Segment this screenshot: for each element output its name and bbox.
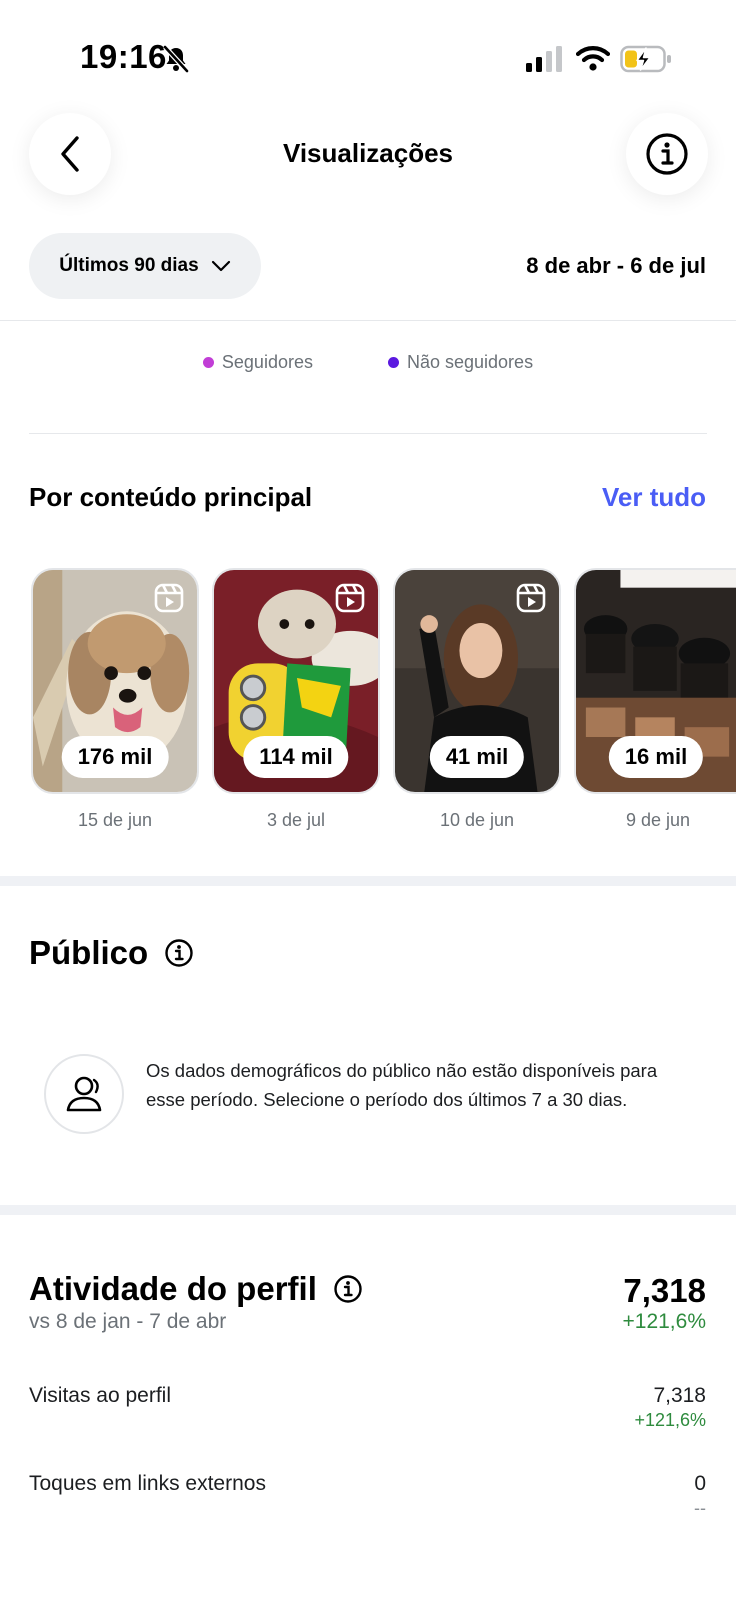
legend-dot-non-followers <box>387 357 399 368</box>
chart-legend: Seguidores Não seguidores <box>0 352 736 373</box>
info-icon <box>646 133 688 175</box>
profile-activity-title: Atividade do perfil <box>29 1270 317 1307</box>
status-bar: 19:16 <box>0 0 736 110</box>
metric-value-profile-visits: 7,318 <box>653 1384 706 1407</box>
content-date: 9 de jun <box>625 810 691 830</box>
info-button[interactable] <box>626 113 708 195</box>
content-thumbnail[interactable]: 16 mil <box>574 568 736 794</box>
reels-icon <box>516 583 546 613</box>
audience-unavailable-message: Os dados demográficos do público não est… <box>146 1060 658 1110</box>
period-dropdown[interactable]: Últimos 90 dias <box>29 233 261 299</box>
activity-total: 7,318 <box>623 1272 706 1309</box>
metric-value-external-link-taps: 0 <box>694 1472 706 1495</box>
audience-title: Público <box>29 934 149 971</box>
reels-icon <box>335 583 365 613</box>
view-count: 41 mil <box>429 736 525 778</box>
content-thumbnail[interactable]: 176 mil <box>31 568 199 794</box>
content-date: 10 de jun <box>439 810 515 830</box>
battery-charging-icon <box>620 45 671 73</box>
top-content-title: Por conteúdo principal <box>29 482 313 512</box>
content-thumbnail[interactable]: 41 mil <box>393 568 561 794</box>
bell-muted-icon <box>163 45 189 73</box>
profile-activity-heading: Atividade do perfil <box>29 1270 363 1308</box>
date-range: 8 de abr - 6 de jul <box>526 253 706 278</box>
divider <box>0 320 736 321</box>
metric-label-profile-visits: Visitas ao perfil <box>29 1384 172 1407</box>
info-icon[interactable] <box>164 938 194 968</box>
reels-icon <box>154 583 184 613</box>
content-thumbnail[interactable]: 114 mil <box>212 568 380 794</box>
wifi-icon <box>576 46 610 71</box>
audience-placeholder <box>44 1054 124 1134</box>
cellular-signal-icon <box>526 46 562 72</box>
status-time: 19:16 <box>80 38 167 75</box>
section-separator <box>0 1205 736 1215</box>
content-date: 3 de jul <box>266 810 326 830</box>
legend-label: Seguidores <box>221 352 313 372</box>
legend-dot-followers <box>202 357 214 368</box>
legend-item-followers: Seguidores <box>202 352 313 373</box>
legend-label: Não seguidores <box>406 352 534 372</box>
info-icon[interactable] <box>333 1274 363 1304</box>
people-icon <box>66 1076 102 1112</box>
chevron-down-icon <box>211 260 230 272</box>
content-date: 15 de jun <box>77 810 153 830</box>
see-all-link[interactable]: Ver tudo <box>602 482 706 513</box>
comparison-period: vs 8 de jan - 7 de abr <box>29 1310 227 1333</box>
metric-label-external-link-taps: Toques em links externos <box>29 1472 266 1495</box>
metric-change-external-link-taps: -- <box>694 1498 706 1518</box>
activity-total-change: +121,6% <box>622 1310 707 1333</box>
audience-heading: Público <box>29 934 194 972</box>
view-count: 176 mil <box>61 736 169 778</box>
metric-change-profile-visits: +121,6% <box>634 1410 706 1430</box>
view-count: 16 mil <box>608 736 704 778</box>
divider <box>29 433 707 434</box>
view-count: 114 mil <box>243 736 349 778</box>
section-separator <box>0 876 736 886</box>
period-label: Últimos 90 dias <box>59 255 199 276</box>
legend-item-non-followers: Não seguidores <box>387 352 534 373</box>
